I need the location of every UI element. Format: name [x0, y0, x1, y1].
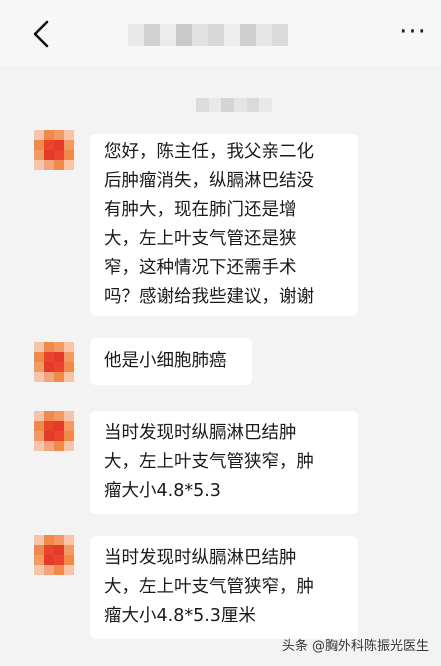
message-bubble: 他是小细胞肺癌	[90, 338, 252, 385]
message-bubble: 当时发现时纵膈淋巴结肿 大，左上叶支气管狭窄，肿 瘤大小4.8*5.3	[90, 411, 358, 514]
more-options-button[interactable]: ···	[395, 18, 431, 46]
watermark: 头条 @胸外科陈振光医生	[281, 639, 429, 654]
message-bubble: 当时发现时纵膈淋巴结肿 大，左上叶支气管狭窄，肿 瘤大小4.8*5.3厘米	[90, 536, 358, 639]
chat-header: ···	[0, 0, 441, 66]
contact-name-blurred	[128, 24, 288, 46]
back-button[interactable]	[26, 19, 56, 49]
message-bubble: 您好，陈主任，我父亲二化 后肿瘤消失，纵膈淋巴结没 有肿大，现在肺门还是增 大，…	[90, 134, 358, 316]
avatar[interactable]	[34, 411, 74, 451]
avatar[interactable]	[34, 130, 74, 170]
timestamp-blurred	[196, 98, 273, 112]
avatar[interactable]	[34, 342, 74, 382]
avatar[interactable]	[34, 535, 74, 575]
chevron-left-icon	[33, 20, 49, 48]
